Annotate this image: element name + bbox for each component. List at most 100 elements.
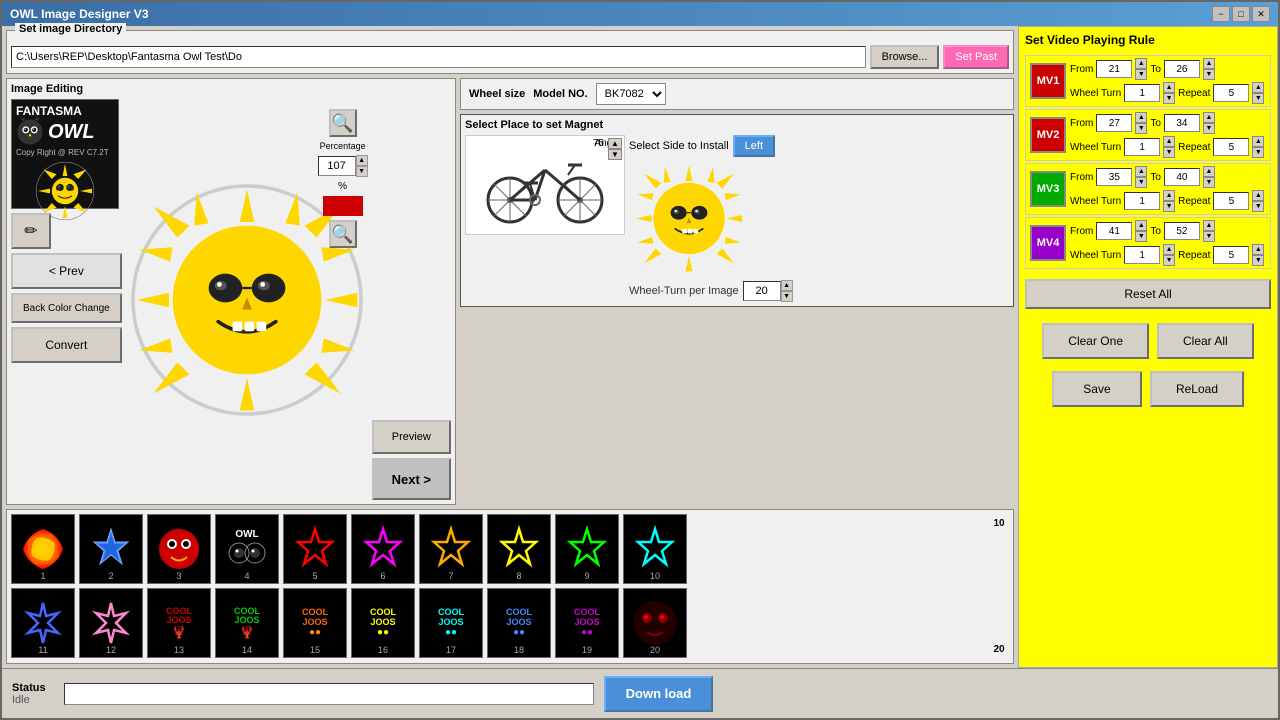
mv3-to-up[interactable]: ▲ [1203,166,1215,177]
mv3-wheel-down[interactable]: ▼ [1163,201,1175,212]
mv1-to-arrows[interactable]: ▲▼ [1203,58,1215,80]
mv3-to-input[interactable] [1164,168,1200,186]
gallery-item-18[interactable]: COOLJOOS●● 18 [487,588,551,658]
gallery-item-14[interactable]: COOLJOOS🦞 14 [215,588,279,658]
mv2-repeat-down[interactable]: ▼ [1252,147,1264,158]
clear-one-button[interactable]: Clear One [1042,323,1149,359]
gallery-item-17[interactable]: COOLJOOS●● 17 [419,588,483,658]
mv2-wheel-arrows[interactable]: ▲▼ [1163,136,1175,158]
mv3-from-up[interactable]: ▲ [1135,166,1147,177]
gallery-item-6[interactable]: 6 [351,514,415,584]
wheel-turn-up[interactable]: ▲ [781,280,793,291]
angle-down[interactable]: ▼ [608,149,622,160]
mv1-from-arrows[interactable]: ▲▼ [1135,58,1147,80]
mv2-repeat-up[interactable]: ▲ [1252,136,1264,147]
mv3-to-down[interactable]: ▼ [1203,177,1215,188]
maximize-button[interactable]: □ [1232,6,1250,22]
mv4-to-down[interactable]: ▼ [1203,231,1215,242]
mv2-wheel-input[interactable] [1124,138,1160,156]
mv2-from-input[interactable] [1096,114,1132,132]
wheel-turn-down[interactable]: ▼ [781,291,793,302]
gallery-item-16[interactable]: COOLJOOS●● 16 [351,588,415,658]
mv3-wheel-arrows[interactable]: ▲▼ [1163,190,1175,212]
mv4-from-input[interactable] [1096,222,1132,240]
mv4-wheel-up[interactable]: ▲ [1163,244,1175,255]
mv1-repeat-input[interactable] [1213,84,1249,102]
mv3-repeat-arrows[interactable]: ▲▼ [1252,190,1264,212]
mv4-wheel-down[interactable]: ▼ [1163,255,1175,266]
mv1-wheel-input[interactable] [1124,84,1160,102]
mv4-wheel-arrows[interactable]: ▲▼ [1163,244,1175,266]
gallery-item-4[interactable]: OWL 4 [215,514,279,584]
mv4-repeat-arrows[interactable]: ▲▼ [1252,244,1264,266]
wheel-turn-arrows[interactable]: ▲ ▼ [781,280,793,302]
angle-up[interactable]: ▲ [608,138,622,149]
mv4-repeat-input[interactable] [1213,246,1249,264]
reset-all-button[interactable]: Reset All [1025,279,1271,309]
mv2-to-arrows[interactable]: ▲▼ [1203,112,1215,134]
gallery-item-13[interactable]: COOLJOOS🦞 13 [147,588,211,658]
zoom-in-button[interactable]: 🔍 [329,109,357,137]
gallery-item-20[interactable]: 20 [623,588,687,658]
mv3-from-input[interactable] [1096,168,1132,186]
side-left-button[interactable]: Left [733,135,775,157]
mv2-repeat-input[interactable] [1213,138,1249,156]
mv4-repeat-up[interactable]: ▲ [1252,244,1264,255]
mv3-repeat-input[interactable] [1213,192,1249,210]
wheel-turn-input[interactable] [743,281,781,301]
next-button[interactable]: Next > [372,458,451,500]
reload-button[interactable]: ReLoad [1150,371,1244,407]
set-past-button[interactable]: Set Past [943,45,1009,69]
mv4-to-input[interactable] [1164,222,1200,240]
mv3-repeat-up[interactable]: ▲ [1252,190,1264,201]
mv4-to-arrows[interactable]: ▲▼ [1203,220,1215,242]
minimize-button[interactable]: − [1212,6,1230,22]
mv1-from-down[interactable]: ▼ [1135,69,1147,80]
gallery-item-19[interactable]: COOLJOOS●● 19 [555,588,619,658]
mv4-from-down[interactable]: ▼ [1135,231,1147,242]
mv4-from-up[interactable]: ▲ [1135,220,1147,231]
save-button[interactable]: Save [1052,371,1142,407]
edit-pencil-button[interactable]: ✏ [11,213,51,249]
gallery-item-11[interactable]: 11 [11,588,75,658]
gallery-item-12[interactable]: 12 [79,588,143,658]
gallery-item-15[interactable]: COOLJOOS●● 15 [283,588,347,658]
prev-button[interactable]: < Prev [11,253,122,289]
mv3-from-arrows[interactable]: ▲▼ [1135,166,1147,188]
gallery-item-3[interactable]: 3 [147,514,211,584]
mv3-from-down[interactable]: ▼ [1135,177,1147,188]
download-button[interactable]: Down load [604,676,714,712]
mv2-from-down[interactable]: ▼ [1135,123,1147,134]
mv2-wheel-up[interactable]: ▲ [1163,136,1175,147]
mv2-wheel-down[interactable]: ▼ [1163,147,1175,158]
zoom-out-button[interactable]: 🔍 [329,220,357,248]
percentage-input[interactable] [318,156,356,176]
mv1-to-input[interactable] [1164,60,1200,78]
preview-button[interactable]: Preview [372,420,451,454]
mv1-wheel-arrows[interactable]: ▲▼ [1163,82,1175,104]
spinner-down[interactable]: ▼ [356,166,368,177]
mv2-to-input[interactable] [1164,114,1200,132]
gallery-item-1[interactable]: 1 [11,514,75,584]
mv1-repeat-up[interactable]: ▲ [1252,82,1264,93]
mv3-wheel-input[interactable] [1124,192,1160,210]
mv2-from-up[interactable]: ▲ [1135,112,1147,123]
mv1-repeat-arrows[interactable]: ▲▼ [1252,82,1264,104]
spinner-up[interactable]: ▲ [356,155,368,166]
convert-button[interactable]: Convert [11,327,122,363]
back-color-button[interactable]: Back Color Change [11,293,122,323]
mv1-from-up[interactable]: ▲ [1135,58,1147,69]
mv3-wheel-up[interactable]: ▲ [1163,190,1175,201]
mv2-repeat-arrows[interactable]: ▲▼ [1252,136,1264,158]
angle-scroll-arrows[interactable]: ▲ ▼ [608,138,622,160]
model-select[interactable]: BK7082 [596,83,666,105]
mv3-repeat-down[interactable]: ▼ [1252,201,1264,212]
mv3-to-arrows[interactable]: ▲▼ [1203,166,1215,188]
mv1-to-up[interactable]: ▲ [1203,58,1215,69]
mv4-repeat-down[interactable]: ▼ [1252,255,1264,266]
mv2-from-arrows[interactable]: ▲▼ [1135,112,1147,134]
clear-all-button[interactable]: Clear All [1157,323,1254,359]
browse-button[interactable]: Browse... [870,45,940,69]
gallery-item-7[interactable]: 7 [419,514,483,584]
close-button[interactable]: ✕ [1252,6,1270,22]
